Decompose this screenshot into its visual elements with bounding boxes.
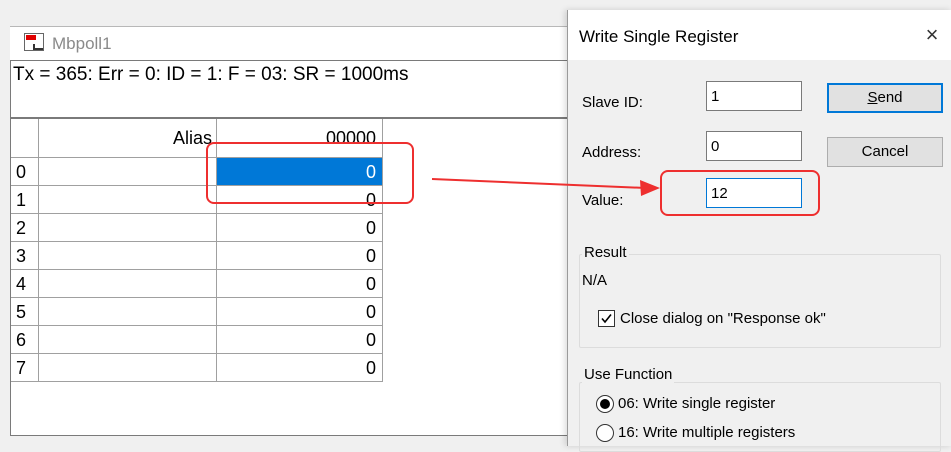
result-text: N/A: [582, 272, 608, 289]
write-single-register-dialog: Write Single Register × Slave ID: Addres…: [567, 10, 951, 452]
row-number[interactable]: 7: [11, 354, 39, 382]
grid-corner-header[interactable]: [11, 119, 39, 158]
annotation-box-value-input: [660, 170, 820, 216]
slave-id-input[interactable]: [706, 81, 802, 111]
row-number[interactable]: 0: [11, 158, 39, 186]
check-icon: [601, 314, 612, 324]
table-row[interactable]: 70: [11, 354, 383, 382]
radio-write-single[interactable]: [596, 395, 614, 413]
row-number[interactable]: 3: [11, 242, 39, 270]
table-row[interactable]: 60: [11, 326, 383, 354]
alias-cell[interactable]: [39, 158, 217, 186]
dialog-title: Write Single Register: [579, 27, 739, 46]
row-number[interactable]: 5: [11, 298, 39, 326]
result-groupbox: [579, 254, 941, 348]
mbpoll-titlebar[interactable]: Mbpoll1: [10, 26, 570, 61]
mbpoll-app-icon: [24, 33, 44, 51]
close-icon[interactable]: ×: [920, 23, 944, 47]
send-button-label: end: [877, 89, 903, 106]
cancel-button[interactable]: Cancel: [827, 137, 943, 167]
register-value-cell[interactable]: 0: [217, 214, 383, 242]
send-button-accelerator: S: [867, 89, 878, 106]
value-label: Value:: [582, 192, 624, 209]
annotation-box-grid-cell: [206, 142, 414, 204]
close-on-ok-label[interactable]: Close dialog on "Response ok": [620, 310, 826, 327]
alias-cell[interactable]: [39, 214, 217, 242]
send-button[interactable]: Send: [827, 83, 943, 113]
result-group-title: Result: [582, 244, 629, 261]
alias-cell[interactable]: [39, 270, 217, 298]
use-function-groupbox: [579, 382, 941, 452]
close-on-ok-checkbox[interactable]: [598, 310, 615, 327]
use-function-group-title: Use Function: [582, 366, 675, 383]
register-value-cell[interactable]: 0: [217, 242, 383, 270]
status-line: Tx = 365: Err = 0: ID = 1: F = 03: SR = …: [10, 60, 570, 118]
register-value-cell[interactable]: 0: [217, 326, 383, 354]
alias-column-header[interactable]: Alias: [39, 119, 217, 158]
table-row[interactable]: 40: [11, 270, 383, 298]
alias-cell[interactable]: [39, 326, 217, 354]
status-line-text: Tx = 365: Err = 0: ID = 1: F = 03: SR = …: [13, 64, 409, 85]
row-number[interactable]: 6: [11, 326, 39, 354]
radio-write-single-label[interactable]: 06: Write single register: [618, 395, 775, 412]
radio-write-multiple-label[interactable]: 16: Write multiple registers: [618, 424, 795, 441]
register-value-cell[interactable]: 0: [217, 270, 383, 298]
address-label: Address:: [582, 144, 642, 161]
table-row[interactable]: 50: [11, 298, 383, 326]
row-number[interactable]: 1: [11, 186, 39, 214]
radio-write-multiple[interactable]: [596, 424, 614, 442]
table-row[interactable]: 20: [11, 214, 383, 242]
address-input[interactable]: [706, 131, 802, 161]
alias-cell[interactable]: [39, 242, 217, 270]
mbpoll-title: Mbpoll1: [52, 34, 112, 53]
row-number[interactable]: 2: [11, 214, 39, 242]
alias-cell[interactable]: [39, 186, 217, 214]
alias-cell[interactable]: [39, 354, 217, 382]
alias-cell[interactable]: [39, 298, 217, 326]
register-value-cell[interactable]: 0: [217, 354, 383, 382]
table-row[interactable]: 30: [11, 242, 383, 270]
register-value-cell[interactable]: 0: [217, 298, 383, 326]
slave-id-label: Slave ID:: [582, 94, 643, 111]
row-number[interactable]: 4: [11, 270, 39, 298]
dialog-titlebar[interactable]: Write Single Register ×: [568, 10, 951, 60]
